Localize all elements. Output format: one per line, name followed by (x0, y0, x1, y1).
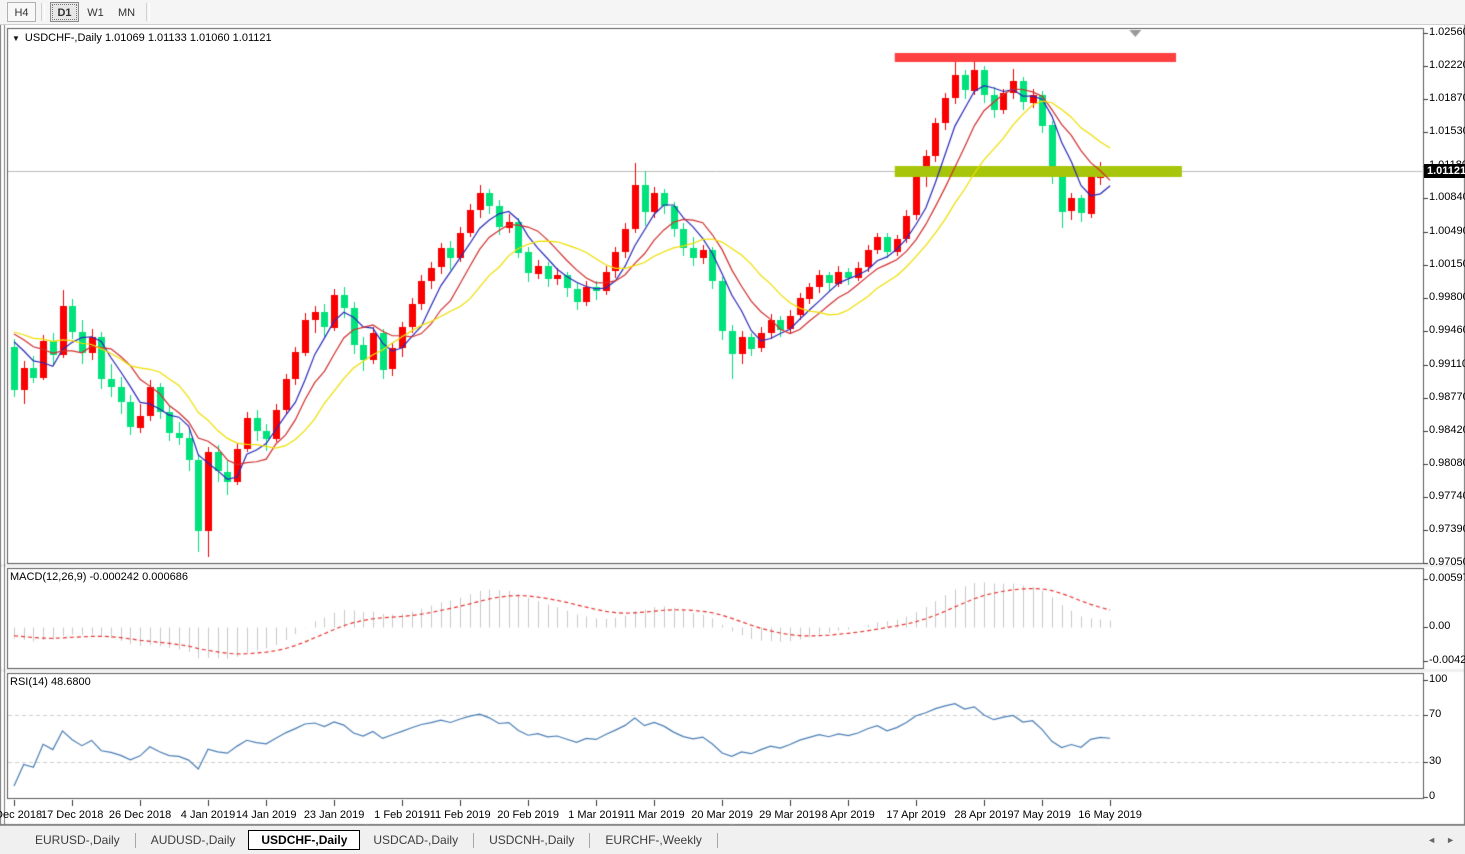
chart-tabs-bar: EURUSD-,Daily AUDUSD-,Daily USDCHF-,Daily U… (0, 825, 1465, 854)
tab-eurchf-weekly[interactable]: EURCHF-,Weekly (592, 830, 714, 850)
tab-usdchf-daily[interactable]: USDCHF-,Daily (248, 830, 361, 850)
timeframe-button-mn[interactable]: MN (112, 2, 141, 22)
chart-window: ▼ USDCHF-,Daily 1.01069 1.01133 1.01060 1… (0, 25, 1465, 825)
timeframe-button-h4[interactable]: H4 (7, 2, 36, 22)
tab-separator (473, 832, 475, 848)
tab-usdcnh-daily[interactable]: USDCNH-,Daily (476, 830, 587, 850)
toolbar-separator (146, 3, 150, 21)
tab-audusd-daily[interactable]: AUDUSD-,Daily (138, 830, 249, 850)
tab-scroll-buttons: ◄ ► (1427, 834, 1455, 846)
tab-scroll-left-icon[interactable]: ◄ (1427, 834, 1436, 846)
tab-separator (589, 832, 591, 848)
tab-scroll-right-icon[interactable]: ► (1446, 834, 1455, 846)
tab-separator (134, 832, 136, 848)
tab-usdcad-daily[interactable]: USDCAD-,Daily (360, 830, 471, 850)
timeframe-button-w1[interactable]: W1 (81, 2, 110, 22)
toolbar-separator (41, 3, 45, 21)
tab-eurusd-daily[interactable]: EURUSD-,Daily (22, 830, 133, 850)
tab-separator (716, 832, 718, 848)
timeframe-button-d1[interactable]: D1 (50, 2, 79, 22)
timeframe-toolbar: H4 D1 W1 MN (0, 0, 1465, 25)
chart-canvas[interactable] (0, 25, 1465, 825)
terminal-screen: H4 D1 W1 MN ▼ USDCHF-,Daily 1.01069 1.01133 … (0, 0, 1465, 854)
